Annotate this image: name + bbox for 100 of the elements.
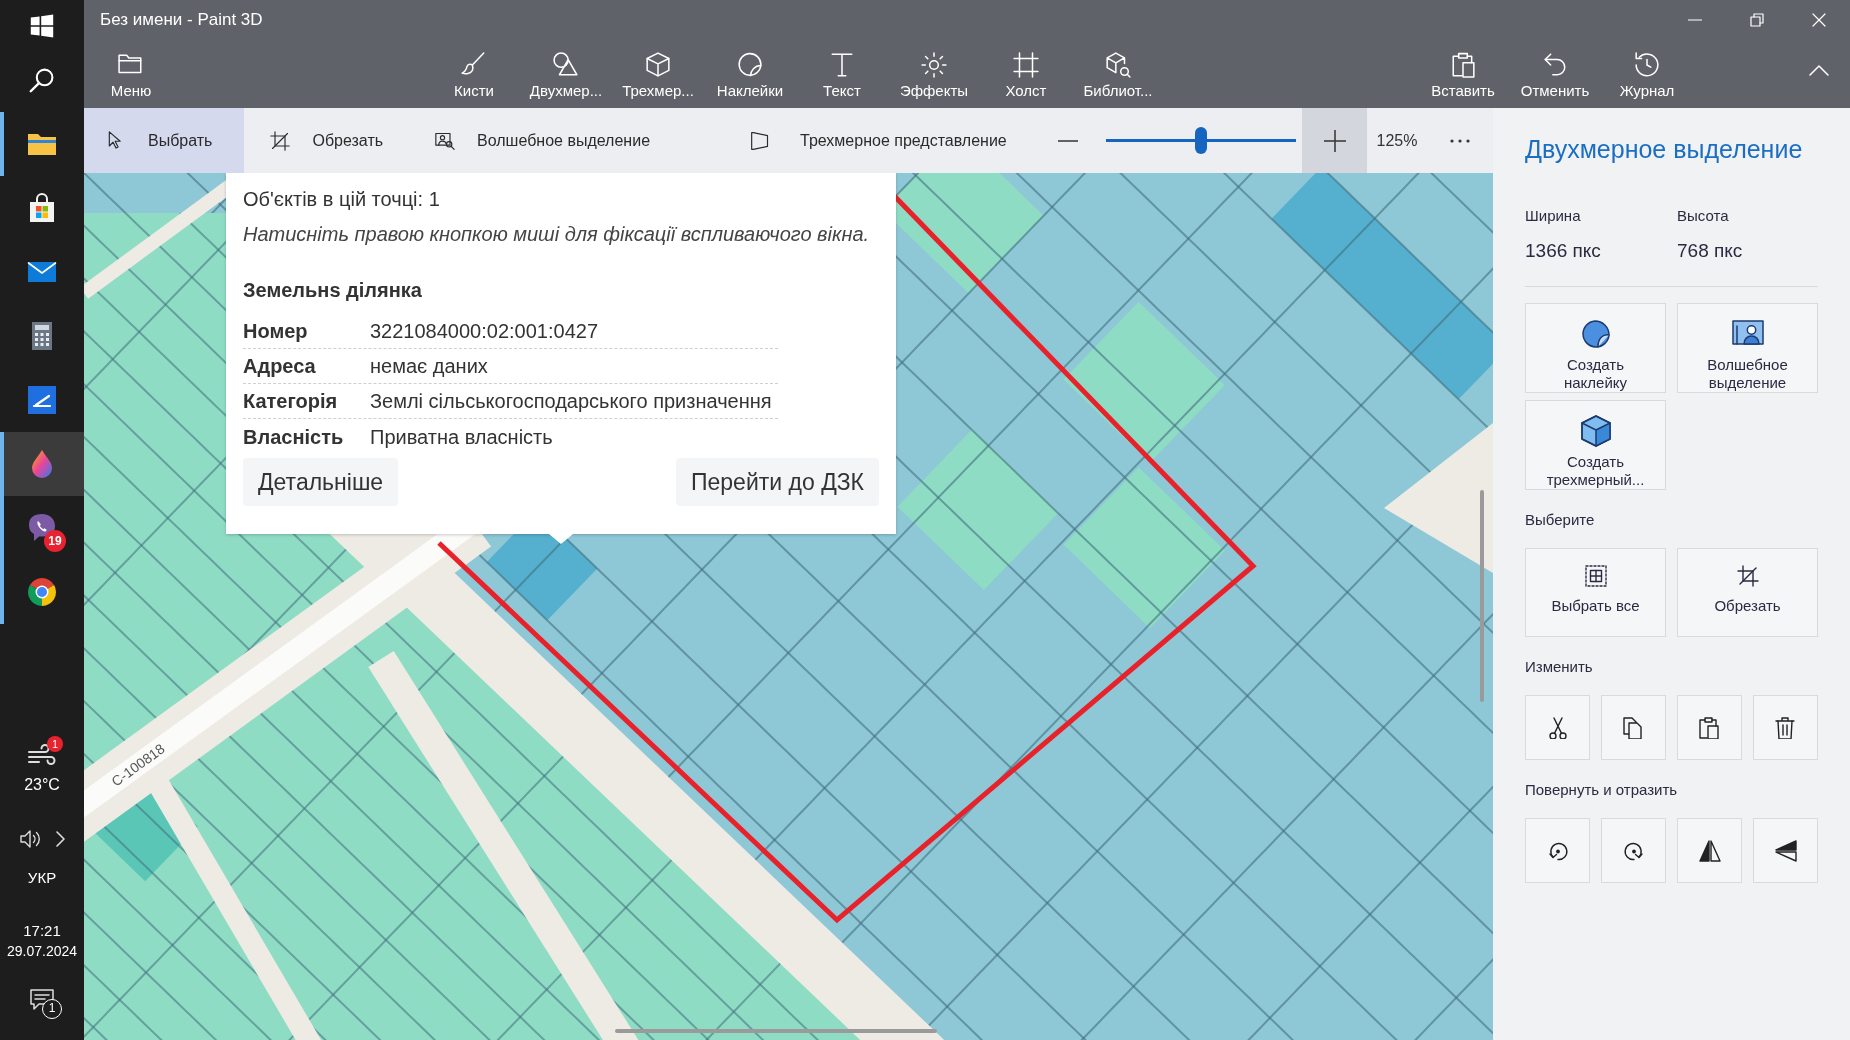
window-title: Без имени - Paint 3D xyxy=(100,9,263,32)
flip-vertical-icon xyxy=(1698,839,1721,862)
action-button[interactable]: Обрезать xyxy=(1677,548,1818,637)
restore-icon xyxy=(1750,13,1764,27)
temperature-label[interactable]: 23°C xyxy=(24,773,60,797)
clipboard-icon xyxy=(1450,52,1476,78)
toolbar-button[interactable]: Библиот... xyxy=(1072,40,1164,108)
clipboard-button[interactable] xyxy=(1677,695,1742,760)
size-label: Высота xyxy=(1677,207,1730,225)
sun-icon xyxy=(921,52,947,78)
search-icon xyxy=(29,67,55,93)
shapes-icon xyxy=(553,52,579,78)
field-value: немає даних xyxy=(370,354,488,379)
close-icon xyxy=(1812,13,1826,27)
picture-person-icon xyxy=(435,130,456,151)
plus-icon xyxy=(1323,129,1346,152)
undo-arrow-icon xyxy=(1542,52,1568,78)
toolbar-button[interactable]: Текст xyxy=(796,40,888,108)
canvas-frame-icon xyxy=(1013,52,1039,78)
tool-tab[interactable]: Обрезать xyxy=(244,108,410,173)
alert-badge: 1 xyxy=(47,736,63,752)
grid-select-icon xyxy=(1584,565,1607,587)
panel-title: Двухмерное выделение xyxy=(1525,135,1804,163)
toolbar-button[interactable]: Кисти xyxy=(428,40,520,108)
tool-tab[interactable]: Трехмерное представление xyxy=(724,108,1033,173)
chevron-up-icon xyxy=(1809,64,1829,76)
scissors-icon xyxy=(1546,716,1569,739)
toolbar-button[interactable]: Трехмер... xyxy=(612,40,704,108)
section-heading: Выберите xyxy=(1525,511,1596,529)
count-badge: 19 xyxy=(44,530,66,552)
vertical-scrollbar[interactable] xyxy=(1480,490,1484,702)
shopping-bag-icon xyxy=(27,193,57,223)
sticker-icon xyxy=(1579,318,1612,350)
slider-thumb[interactable] xyxy=(1195,127,1207,154)
action-button[interactable]: Выбрать все xyxy=(1525,548,1666,637)
size-label: Ширина xyxy=(1525,207,1582,225)
clock-time[interactable]: 17:21 xyxy=(23,920,61,941)
zoom-percentage[interactable]: 125% xyxy=(1367,108,1427,173)
field-label: Адреса xyxy=(243,354,317,379)
popup-button[interactable]: Детальніше xyxy=(243,458,399,506)
trash-icon xyxy=(1774,716,1797,739)
cube-icon xyxy=(1579,415,1612,447)
language-indicator[interactable]: УКР xyxy=(27,866,57,890)
size-value: 1366 пкс xyxy=(1525,239,1602,263)
sticker-icon xyxy=(737,52,763,78)
popup-button[interactable]: Перейти до ДЗК xyxy=(676,458,879,506)
tool-tab[interactable]: Волшебное выделение xyxy=(409,108,677,173)
speaker-icon[interactable] xyxy=(19,829,42,849)
cube-search-icon xyxy=(1105,52,1131,78)
browser-logo-icon xyxy=(27,577,57,607)
flip-horizontal-icon xyxy=(1774,839,1797,862)
trash-button[interactable] xyxy=(1753,695,1818,760)
copy-button[interactable] xyxy=(1601,695,1666,760)
section-heading: Повернуть и отразить xyxy=(1525,781,1679,799)
tiles-icon xyxy=(30,14,54,38)
rotate-left-button[interactable] xyxy=(1525,818,1590,883)
toolbar-button[interactable]: Эффекты xyxy=(888,40,980,108)
crop-icon xyxy=(1736,565,1759,587)
rotate-right-button[interactable] xyxy=(1601,818,1666,883)
clock-arrow-icon xyxy=(1634,52,1660,78)
field-label: Категорія xyxy=(243,389,339,414)
toolbar-button[interactable]: Наклейки xyxy=(704,40,796,108)
action-button[interactable]: Волшебное выделение xyxy=(1677,303,1818,393)
flip-vertical-button[interactable] xyxy=(1677,818,1742,883)
toolbar-button[interactable]: Меню xyxy=(85,40,177,108)
clock-date[interactable]: 29.07.2024 xyxy=(6,941,78,962)
chevron-right-icon[interactable] xyxy=(55,831,65,847)
minimize-icon xyxy=(1688,19,1702,21)
toolbar-button[interactable]: Журнал xyxy=(1601,40,1693,108)
popup-heading: Земельнs ділянка xyxy=(243,278,423,302)
popup-hint: Натисніть правою кнопкою миші для фіксації вспливаючого вікна. xyxy=(243,222,871,246)
section-heading: Изменить xyxy=(1525,658,1594,676)
toolbar-button[interactable]: Холст xyxy=(980,40,1072,108)
field-label: Номер xyxy=(243,319,309,344)
text-icon xyxy=(829,52,855,78)
field-value: 3221084000:02:001:0427 xyxy=(370,319,598,344)
clipboard-icon xyxy=(1698,716,1721,739)
flip-horizontal-button[interactable] xyxy=(1753,818,1818,883)
field-value: Землі сільськогосподарського призначення xyxy=(370,389,772,414)
action-button[interactable]: Создать наклейку xyxy=(1525,303,1666,393)
toolbar-button[interactable]: Двухмер... xyxy=(520,40,612,108)
cube-icon xyxy=(645,52,671,78)
size-value: 768 пкс xyxy=(1677,239,1744,263)
copy-icon xyxy=(1622,716,1645,739)
tool-tab[interactable]: Выбрать xyxy=(84,108,245,173)
field-value: Приватна власність xyxy=(370,424,553,450)
object-count-text: Об'єктів в цій точці: 1 xyxy=(243,187,441,211)
more-icon xyxy=(1450,138,1470,143)
toolbar-button[interactable]: Вставить xyxy=(1417,40,1509,108)
action-button[interactable]: Создать трехмерный... xyxy=(1525,400,1666,490)
banner-icon xyxy=(750,130,771,151)
message-icon[interactable] xyxy=(30,989,54,1011)
toolbar-button[interactable]: Отменить xyxy=(1509,40,1601,108)
minus-icon xyxy=(1058,139,1078,142)
field-label: Власність xyxy=(243,424,345,450)
crop-icon xyxy=(270,130,291,151)
count-badge: 1 xyxy=(42,999,62,1019)
scissors-button[interactable] xyxy=(1525,695,1590,760)
scanner-icon xyxy=(27,385,57,415)
horizontal-scrollbar[interactable] xyxy=(615,1029,937,1033)
